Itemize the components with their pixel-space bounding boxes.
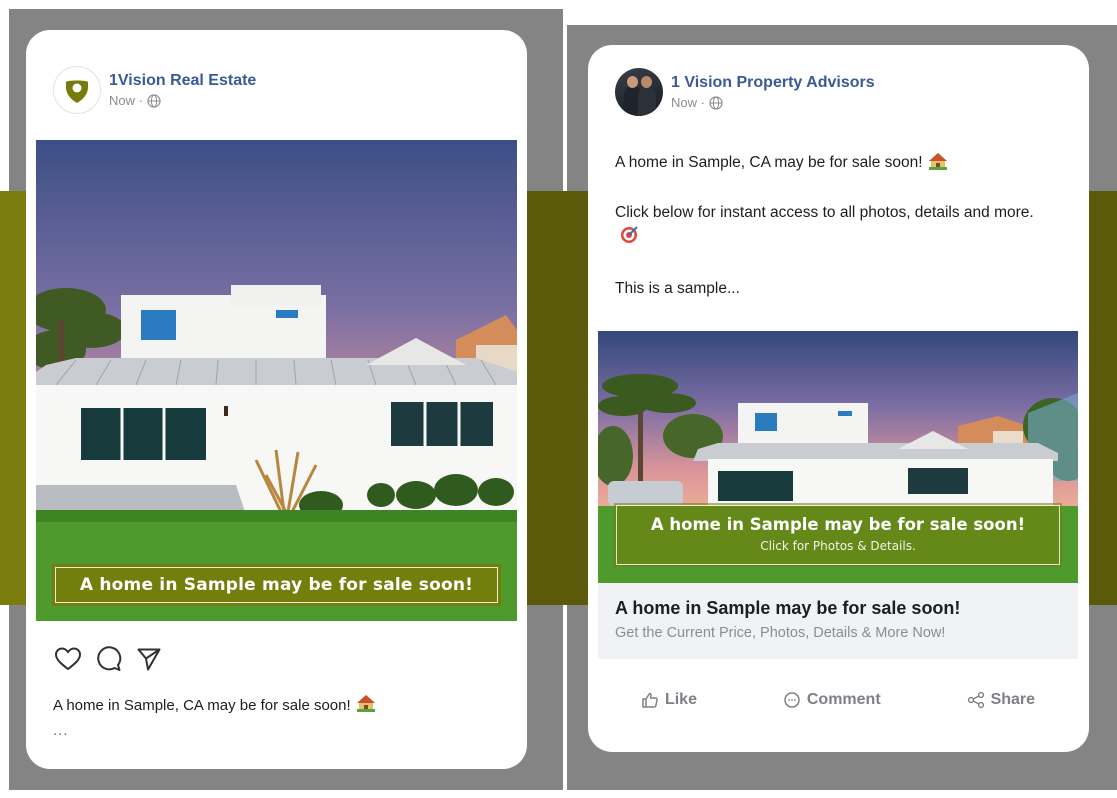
house-photo[interactable]: A home in Sample may be for sale soon! C… — [598, 331, 1078, 583]
comment-bubble-icon — [784, 692, 800, 708]
header-text: 1 Vision Property Advisors Now · — [671, 73, 875, 112]
post-meta: Now · — [671, 94, 875, 112]
caption-text: A home in Sample, CA may be for sale soo… — [53, 696, 351, 714]
link-preview[interactable]: A home in Sample may be for sale soon! G… — [598, 583, 1078, 659]
post-caption: A home in Sample, CA may be for sale soo… — [53, 694, 376, 716]
comment-icon[interactable] — [96, 646, 122, 672]
person-head — [641, 76, 652, 88]
instagram-post-card: 1Vision Real Estate Now · A home in Samp… — [26, 30, 527, 769]
post-actions: Like Comment Share — [598, 685, 1078, 715]
link-title: A home in Sample may be for sale soon! — [615, 598, 961, 618]
person-head — [627, 76, 638, 88]
avatar[interactable] — [53, 66, 101, 114]
post-body-text: A home in Sample, CA may be for sale soo… — [615, 154, 923, 171]
globe-icon — [709, 95, 723, 110]
post-header: 1Vision Real Estate Now · — [53, 66, 256, 114]
house-illustration — [36, 140, 517, 621]
header-text: 1Vision Real Estate Now · — [109, 71, 256, 110]
see-more-link[interactable]: ... — [53, 722, 69, 739]
like-label: Like — [664, 691, 697, 708]
comment-label: Comment — [806, 691, 881, 708]
thumbs-up-icon — [642, 692, 658, 708]
person-figure — [638, 86, 656, 116]
globe-icon — [147, 93, 161, 108]
photo-banner-text: A home in Sample may be for sale soon! — [79, 575, 474, 595]
like-button[interactable]: Like — [641, 691, 697, 709]
target-emoji-icon — [620, 226, 638, 252]
post-body-line: This is a sample... — [615, 277, 1055, 301]
link-subtitle: Get the Current Price, Photos, Details &… — [615, 625, 946, 641]
post-body-text: This is a sample... — [615, 280, 740, 297]
map-pin-logo-icon — [61, 74, 93, 106]
facebook-post-card: 1 Vision Property Advisors Now · A home … — [588, 45, 1089, 752]
photo-overlay-title: A home in Sample may be for sale soon! — [650, 515, 1026, 534]
house-photo[interactable]: A home in Sample may be for sale soon! — [36, 140, 517, 621]
house-emoji-icon — [928, 152, 948, 178]
heart-icon[interactable] — [54, 646, 82, 672]
photo-banner: A home in Sample may be for sale soon! — [52, 564, 501, 606]
photo-overlay-subtitle: Click for Photos & Details. — [760, 539, 916, 553]
timestamp: Now · — [671, 94, 705, 110]
share-label: Share — [990, 691, 1036, 708]
share-button[interactable]: Share — [967, 691, 1035, 709]
house-emoji-icon — [356, 694, 376, 716]
page-name-link[interactable]: 1 Vision Property Advisors — [671, 73, 875, 93]
avatar[interactable] — [615, 68, 663, 116]
post-actions — [54, 646, 162, 672]
photo-overlay: A home in Sample may be for sale soon! C… — [614, 503, 1062, 567]
share-nodes-icon — [967, 691, 984, 709]
post-meta: Now · — [109, 92, 256, 110]
timestamp: Now · — [109, 92, 143, 108]
comment-button[interactable]: Comment — [783, 691, 881, 709]
post-body-text: Click below for instant access to all ph… — [615, 204, 1034, 221]
post-body-line: Click below for instant access to all ph… — [615, 201, 1055, 252]
post-header: 1 Vision Property Advisors Now · — [615, 68, 875, 116]
post-body-line: A home in Sample, CA may be for sale soo… — [615, 151, 1055, 178]
share-send-icon[interactable] — [136, 646, 162, 672]
page-name-link[interactable]: 1Vision Real Estate — [109, 71, 256, 91]
